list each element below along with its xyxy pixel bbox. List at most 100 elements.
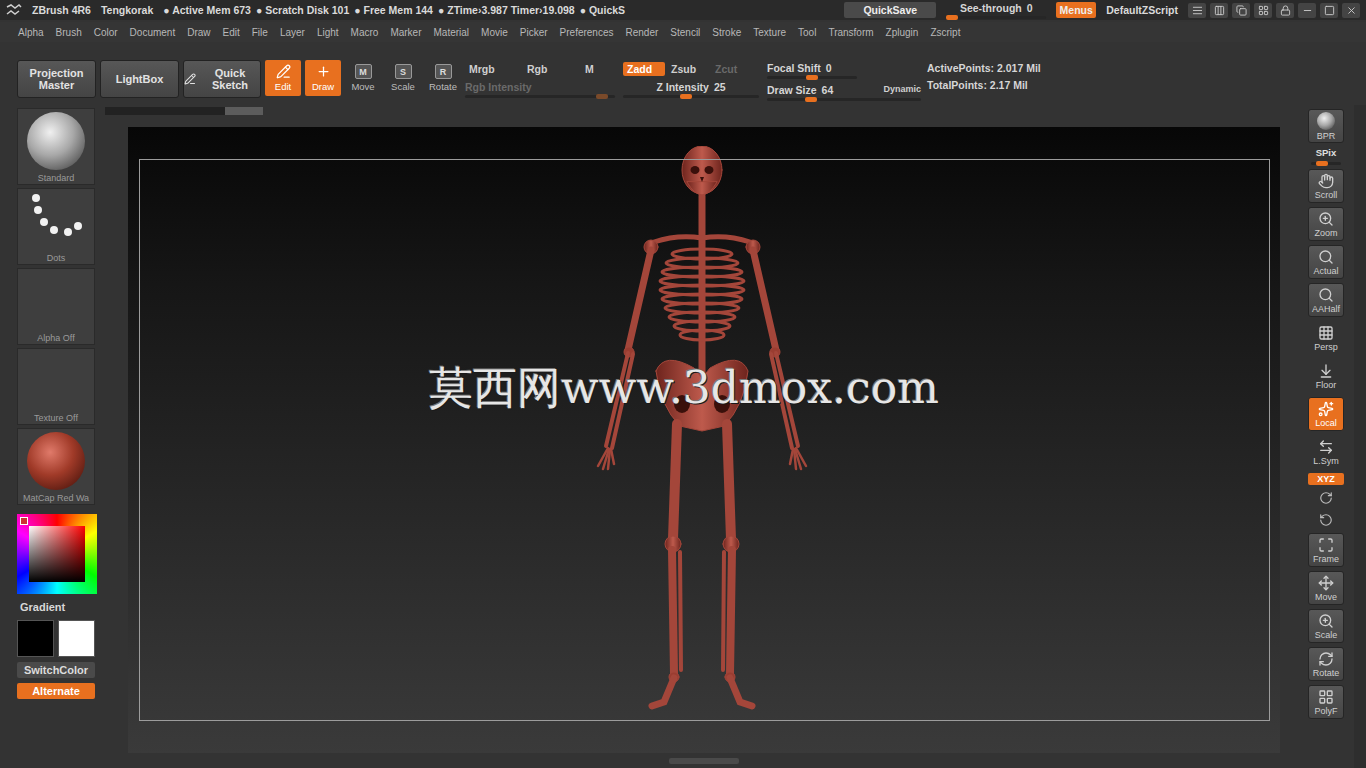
maximize-button[interactable] bbox=[1320, 3, 1338, 18]
draw-size[interactable]: Draw Size64Dynamic bbox=[767, 84, 921, 101]
menu-item[interactable]: Render bbox=[620, 27, 665, 38]
z-intensity[interactable]: Z Intensity25 bbox=[623, 81, 759, 98]
z-intensity-track[interactable] bbox=[623, 95, 759, 98]
menu-item[interactable]: Marker bbox=[384, 27, 427, 38]
lightbox-button[interactable]: LightBox bbox=[100, 60, 179, 98]
switch-color-button[interactable]: SwitchColor bbox=[17, 662, 95, 678]
columns-button[interactable] bbox=[1210, 3, 1228, 18]
menu-item[interactable]: Texture bbox=[747, 27, 792, 38]
draw-button[interactable]: Draw bbox=[305, 60, 341, 96]
rotation-toggle[interactable] bbox=[1317, 489, 1335, 507]
menu-item[interactable]: Picker bbox=[514, 27, 554, 38]
rotate-button[interactable]: RRotate bbox=[425, 60, 461, 96]
alternate-toggle[interactable]: Alternate bbox=[17, 683, 95, 699]
frame-button[interactable]: Frame bbox=[1308, 533, 1344, 567]
menu-item[interactable]: Brush bbox=[50, 27, 88, 38]
color-swatch[interactable] bbox=[58, 620, 95, 657]
xyz-toggle[interactable]: XYZ bbox=[1308, 473, 1344, 485]
rotate-button[interactable]: Rotate bbox=[1308, 647, 1344, 681]
copy-button[interactable] bbox=[1232, 3, 1250, 18]
menu-item[interactable]: Alpha bbox=[12, 27, 50, 38]
edit-button[interactable]: Edit bbox=[265, 60, 301, 96]
tray-handle[interactable] bbox=[669, 758, 739, 764]
menu-item[interactable]: Movie bbox=[475, 27, 514, 38]
spix-track[interactable] bbox=[1311, 162, 1341, 165]
color-picker[interactable] bbox=[17, 514, 97, 594]
persp-button[interactable]: Persp bbox=[1308, 321, 1344, 355]
rotation-toggle[interactable] bbox=[1317, 511, 1335, 529]
lock-button[interactable] bbox=[1276, 3, 1294, 18]
menu-item[interactable]: Stroke bbox=[706, 27, 747, 38]
scale-button[interactable]: Scale bbox=[1308, 609, 1344, 643]
see-through[interactable]: See-through0 bbox=[946, 2, 1046, 19]
local-button[interactable]: Local bbox=[1308, 397, 1344, 431]
see-through-thumb[interactable] bbox=[946, 15, 958, 20]
brush-tile[interactable]: Standard bbox=[17, 108, 95, 185]
focal-shift-track[interactable] bbox=[767, 76, 857, 79]
zadd-toggle[interactable]: Zadd bbox=[623, 62, 665, 76]
menu-item[interactable]: Stencil bbox=[664, 27, 706, 38]
stroke-tile[interactable]: Dots bbox=[17, 188, 95, 265]
menu-item[interactable]: Layer bbox=[274, 27, 311, 38]
canvas-scrollbar[interactable] bbox=[105, 107, 263, 115]
minimize-button[interactable] bbox=[1298, 3, 1316, 18]
draw-size-track[interactable] bbox=[767, 98, 921, 101]
quick-sketch-button[interactable]: Quick Sketch bbox=[183, 60, 261, 98]
list-button[interactable] bbox=[1188, 3, 1206, 18]
menu-item[interactable]: Light bbox=[311, 27, 345, 38]
menu-item[interactable]: Document bbox=[124, 27, 182, 38]
material-tile[interactable]: MatCap Red Wa bbox=[17, 428, 95, 505]
move-button[interactable]: Move bbox=[1308, 571, 1344, 605]
polyf-button[interactable]: PolyF bbox=[1308, 685, 1344, 719]
spix[interactable] bbox=[1311, 160, 1341, 165]
bpr-button[interactable]: BPR bbox=[1308, 109, 1344, 143]
zsub-toggle[interactable]: Zsub bbox=[667, 62, 709, 76]
focal-shift[interactable]: Focal Shift0 bbox=[767, 62, 857, 79]
zscript-name[interactable]: DefaultZScript bbox=[1106, 4, 1178, 16]
gradient-label[interactable]: Gradient bbox=[20, 601, 100, 613]
rgb-toggle[interactable]: Rgb bbox=[523, 62, 579, 76]
see-through-track[interactable] bbox=[946, 16, 1046, 19]
rgb-intensity-thumb[interactable] bbox=[596, 94, 608, 99]
menu-item[interactable]: Color bbox=[88, 27, 124, 38]
scroll-button[interactable]: Scroll bbox=[1308, 169, 1344, 203]
skeleton-model[interactable] bbox=[594, 146, 814, 711]
projection-master-button[interactable]: Projection Master bbox=[17, 60, 96, 98]
empty-tile[interactable]: Alpha Off bbox=[17, 268, 95, 345]
focal-shift-thumb[interactable] bbox=[806, 75, 818, 80]
menu-item[interactable]: Tool bbox=[792, 27, 822, 38]
spix-slider[interactable]: SPix bbox=[1308, 147, 1344, 165]
menu-item[interactable]: File bbox=[246, 27, 274, 38]
layout-button[interactable] bbox=[1254, 3, 1272, 18]
menu-item[interactable]: Draw bbox=[181, 27, 216, 38]
zoom-button[interactable]: Zoom bbox=[1308, 207, 1344, 241]
quicksave-button[interactable]: QuickSave bbox=[844, 2, 936, 18]
menu-item[interactable]: Zplugin bbox=[880, 27, 925, 38]
draw-size-thumb[interactable] bbox=[805, 97, 817, 102]
menu-item[interactable]: Edit bbox=[217, 27, 246, 38]
rgb-intensity[interactable]: Rgb Intensity bbox=[465, 81, 615, 98]
move-button[interactable]: MMove bbox=[345, 60, 381, 96]
menu-item[interactable]: Transform bbox=[822, 27, 879, 38]
menu-item[interactable]: Zscript bbox=[924, 27, 966, 38]
z-intensity-thumb[interactable] bbox=[680, 94, 692, 99]
dynamic-toggle[interactable]: Dynamic bbox=[883, 84, 921, 96]
rgb-intensity-track[interactable] bbox=[465, 95, 615, 98]
aahalf-button[interactable]: AAHalf bbox=[1308, 283, 1344, 317]
close-button[interactable] bbox=[1342, 3, 1360, 18]
empty-tile[interactable]: Texture Off bbox=[17, 348, 95, 425]
menu-item[interactable]: Preferences bbox=[554, 27, 620, 38]
spix-thumb[interactable] bbox=[1316, 161, 1328, 166]
floor-button[interactable]: Floor bbox=[1308, 359, 1344, 393]
m-toggle[interactable]: M bbox=[581, 62, 609, 76]
menus-toggle[interactable]: Menus bbox=[1056, 2, 1096, 18]
l-sym-button[interactable]: L.Sym bbox=[1308, 435, 1344, 469]
menu-item[interactable]: Material bbox=[428, 27, 476, 38]
actual-button[interactable]: Actual bbox=[1308, 245, 1344, 279]
color-swatch[interactable] bbox=[17, 620, 54, 657]
zcut-toggle[interactable]: Zcut bbox=[711, 62, 753, 76]
color-field[interactable] bbox=[29, 526, 85, 582]
scroll-thumb[interactable] bbox=[225, 107, 263, 115]
menu-item[interactable]: Macro bbox=[345, 27, 385, 38]
document-canvas[interactable]: 莫西网www.3dmox.com bbox=[128, 127, 1280, 753]
